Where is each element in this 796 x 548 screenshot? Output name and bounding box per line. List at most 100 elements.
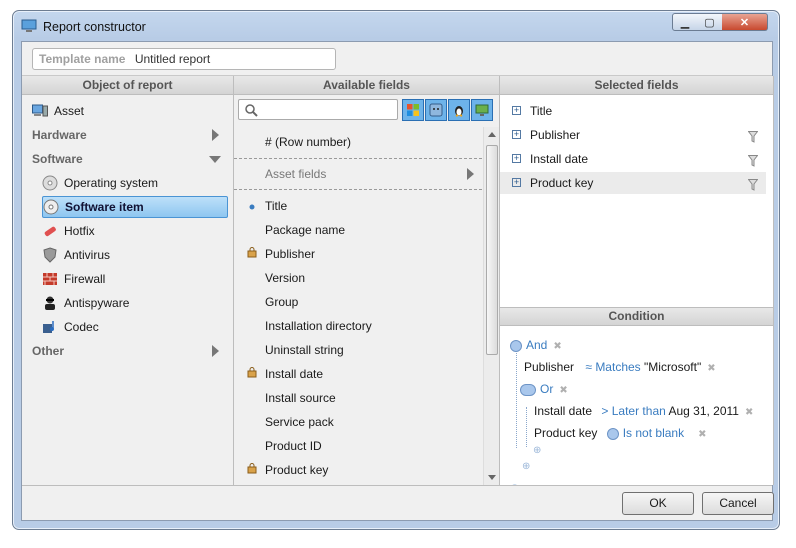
and-label: And bbox=[526, 338, 548, 352]
available-fields-scrollbar[interactable] bbox=[483, 127, 499, 485]
cancel-button[interactable]: Cancel bbox=[702, 492, 774, 515]
condition-operator[interactable]: Later than bbox=[612, 404, 666, 418]
object-asset[interactable]: Asset bbox=[32, 100, 227, 122]
group-other[interactable]: Other bbox=[32, 340, 227, 362]
available-field-row[interactable]: Version bbox=[234, 267, 482, 289]
asset-fields-group[interactable]: Asset fields bbox=[234, 163, 482, 185]
not-blank-icon bbox=[606, 427, 619, 440]
condition-or-node[interactable]: Or ✖ bbox=[520, 380, 568, 398]
object-label: Hotfix bbox=[64, 224, 95, 238]
field-label: Publisher bbox=[530, 128, 581, 142]
available-field-row[interactable]: Package name bbox=[234, 219, 482, 241]
object-hotfix[interactable]: Hotfix bbox=[42, 220, 228, 242]
filter-funnel-icon[interactable] bbox=[747, 152, 759, 174]
remove-icon[interactable]: ✖ bbox=[745, 407, 753, 418]
title-bar: Report constructor ▁ ▢ ✕ bbox=[13, 11, 779, 41]
field-search-input[interactable] bbox=[238, 99, 398, 120]
scroll-down-arrow-icon[interactable] bbox=[488, 475, 496, 480]
available-field-row[interactable]: Service pack bbox=[234, 411, 482, 433]
filter-funnel-icon[interactable] bbox=[747, 176, 759, 198]
available-field-row[interactable]: Uninstall string bbox=[234, 339, 482, 361]
available-field-row[interactable]: Group bbox=[234, 291, 482, 313]
object-codec[interactable]: Codec bbox=[42, 316, 228, 338]
field-label: Product ID bbox=[265, 439, 322, 453]
expand-arrow-icon bbox=[467, 168, 474, 180]
tree-line bbox=[516, 342, 517, 448]
available-fields-pane: # (Row number) Asset fields Title Package… bbox=[234, 95, 500, 485]
selected-dot-icon bbox=[246, 195, 258, 217]
condition-install-date[interactable]: Install date > Later than Aug 31, 2011 ✖ bbox=[534, 402, 753, 420]
available-field-row[interactable]: Product key bbox=[234, 459, 482, 481]
add-condition-icon[interactable]: ⊕ bbox=[533, 442, 541, 460]
expand-plus-icon[interactable]: + bbox=[512, 178, 521, 187]
condition-publisher[interactable]: Publisher ≈ Matches "Microsoft" ✖ bbox=[524, 358, 716, 376]
object-firewall[interactable]: Firewall bbox=[42, 268, 228, 290]
expand-arrow-icon bbox=[212, 129, 219, 141]
windows-filter-button[interactable] bbox=[402, 99, 424, 121]
selected-field-row[interactable]: + Publisher bbox=[500, 124, 766, 146]
available-field-row[interactable]: Install source bbox=[234, 387, 482, 409]
linux-filter-button[interactable] bbox=[448, 99, 470, 121]
mac-filter-button[interactable] bbox=[425, 99, 447, 121]
available-field-row[interactable]: Install date bbox=[234, 363, 482, 385]
approx-icon: ≈ bbox=[585, 360, 592, 374]
expand-plus-icon[interactable]: + bbox=[512, 106, 521, 115]
field-label: Version bbox=[265, 271, 306, 285]
codec-film-icon bbox=[42, 319, 58, 335]
object-label: Firewall bbox=[64, 272, 106, 286]
condition-operator[interactable]: Matches bbox=[595, 360, 640, 374]
available-field-row-number[interactable]: # (Row number) bbox=[234, 131, 482, 153]
template-name-value: Untitled report bbox=[134, 52, 211, 66]
report-constructor-window: Report constructor ▁ ▢ ✕ Template name U… bbox=[12, 10, 780, 530]
object-antivirus[interactable]: Antivirus bbox=[42, 244, 228, 266]
scroll-thumb[interactable] bbox=[486, 145, 498, 355]
remove-icon[interactable]: ✖ bbox=[707, 363, 715, 374]
condition-product-key[interactable]: Product key Is not blank ✖ bbox=[534, 424, 706, 442]
collapse-arrow-icon bbox=[209, 155, 221, 163]
available-field-row[interactable]: Publisher bbox=[234, 243, 482, 265]
linux-penguin-icon bbox=[455, 106, 463, 117]
selected-fields-header: Selected fields bbox=[500, 76, 774, 95]
expand-plus-icon[interactable]: + bbox=[512, 130, 521, 139]
ok-button[interactable]: OK bbox=[622, 492, 694, 515]
object-operating-system[interactable]: Operating system bbox=[42, 172, 228, 194]
selected-field-row[interactable]: + Product key bbox=[500, 172, 766, 194]
scroll-up-arrow-icon[interactable] bbox=[488, 132, 496, 137]
available-field-row[interactable]: Product ID bbox=[234, 435, 482, 457]
remove-icon[interactable]: ✖ bbox=[559, 385, 567, 396]
group-software[interactable]: Software bbox=[32, 148, 227, 170]
firewall-brick-icon bbox=[42, 271, 58, 287]
field-label: Installation directory bbox=[265, 319, 372, 333]
greater-than-icon: > bbox=[601, 404, 609, 418]
filter-funnel-icon[interactable] bbox=[747, 128, 759, 150]
condition-header: Condition bbox=[500, 307, 774, 326]
available-field-row[interactable]: Title bbox=[234, 195, 482, 217]
group-hardware[interactable]: Hardware bbox=[32, 124, 227, 146]
field-label: Product key bbox=[530, 176, 594, 190]
available-field-row[interactable]: Installation directory bbox=[234, 315, 482, 337]
selected-field-row[interactable]: + Title bbox=[500, 100, 766, 122]
condition-value[interactable]: Aug 31, 2011 bbox=[668, 404, 739, 418]
remove-icon[interactable]: ✖ bbox=[553, 341, 561, 352]
object-antispyware[interactable]: Antispyware bbox=[42, 292, 228, 314]
field-label: Package name bbox=[265, 223, 346, 237]
selected-fields-pane: + Title + Publisher + Install date + Product ke… bbox=[500, 95, 774, 307]
expand-plus-icon[interactable]: + bbox=[512, 154, 521, 163]
separator bbox=[234, 189, 482, 190]
maximize-button[interactable]: ▢ bbox=[697, 13, 723, 31]
condition-value[interactable]: "Microsoft" bbox=[644, 360, 701, 374]
condition-operator[interactable]: Is not blank bbox=[623, 426, 684, 440]
object-software-item[interactable]: Software item bbox=[42, 196, 228, 218]
template-name-field[interactable]: Template name Untitled report bbox=[32, 48, 336, 70]
selected-field-row[interactable]: + Install date bbox=[500, 148, 766, 170]
minimize-button[interactable]: ▁ bbox=[672, 13, 698, 31]
other-os-filter-button[interactable] bbox=[471, 99, 493, 121]
field-label: # (Row number) bbox=[265, 135, 352, 149]
app-monitor-icon bbox=[21, 19, 37, 32]
add-condition-icon[interactable]: ⊕ bbox=[522, 458, 530, 476]
condition-and-node[interactable]: And ✖ bbox=[510, 336, 562, 354]
remove-icon[interactable]: ✖ bbox=[698, 429, 706, 440]
close-button[interactable]: ✕ bbox=[722, 13, 768, 31]
dialog-client: Template name Untitled report Object of … bbox=[21, 41, 774, 521]
field-label: Install source bbox=[265, 391, 336, 405]
